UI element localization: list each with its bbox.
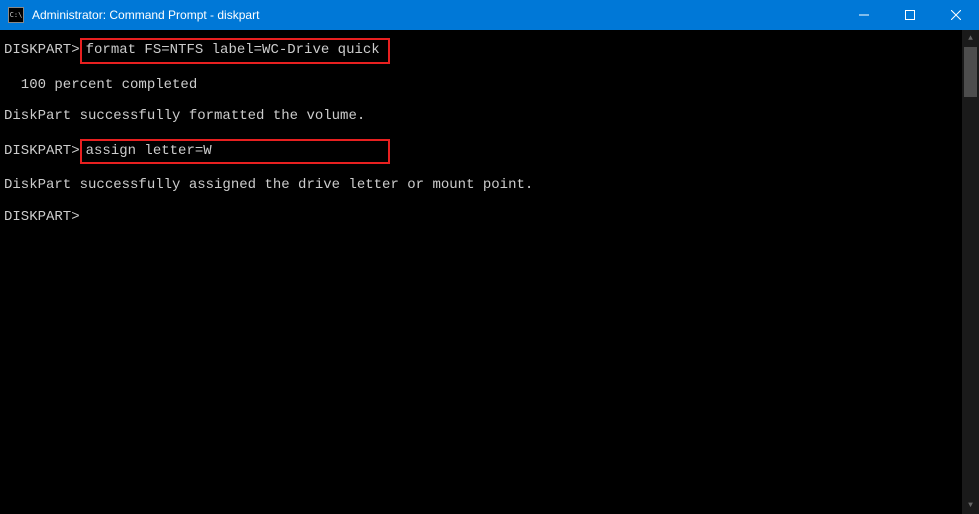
output-line: 100 percent completed: [4, 76, 962, 96]
scrollbar-thumb[interactable]: [964, 47, 977, 97]
prompt-line: DISKPART> format FS=NTFS label=WC-Drive …: [4, 38, 962, 64]
vertical-scrollbar[interactable]: ▲ ▼: [962, 30, 979, 514]
close-button[interactable]: [933, 0, 979, 30]
window-title: Administrator: Command Prompt - diskpart: [30, 8, 841, 22]
prompt-text: DISKPART>: [4, 142, 80, 162]
prompt-line: DISKPART>: [4, 208, 962, 228]
prompt-text: DISKPART>: [4, 208, 88, 228]
window-controls: [841, 0, 979, 30]
command-prompt-window: C:\ Administrator: Command Prompt - disk…: [0, 0, 979, 514]
maximize-button[interactable]: [887, 0, 933, 30]
prompt-text: DISKPART>: [4, 41, 80, 61]
blank-line: [4, 95, 962, 107]
content-area: DISKPART> format FS=NTFS label=WC-Drive …: [0, 30, 979, 514]
app-icon: C:\: [8, 7, 24, 23]
blank-line: [4, 127, 962, 139]
titlebar[interactable]: C:\ Administrator: Command Prompt - disk…: [0, 0, 979, 30]
blank-line: [4, 64, 962, 76]
scrollbar-track[interactable]: [962, 47, 979, 497]
blank-line: [4, 196, 962, 208]
minimize-button[interactable]: [841, 0, 887, 30]
highlighted-command: assign letter=W: [80, 139, 390, 165]
terminal-output[interactable]: DISKPART> format FS=NTFS label=WC-Drive …: [0, 30, 962, 514]
prompt-line: DISKPART> assign letter=W: [4, 139, 962, 165]
scroll-down-button[interactable]: ▼: [962, 497, 979, 514]
blank-line: [4, 164, 962, 176]
scroll-up-button[interactable]: ▲: [962, 30, 979, 47]
output-line: DiskPart successfully assigned the drive…: [4, 176, 962, 196]
output-line: DiskPart successfully formatted the volu…: [4, 107, 962, 127]
highlighted-command: format FS=NTFS label=WC-Drive quick: [80, 38, 390, 64]
